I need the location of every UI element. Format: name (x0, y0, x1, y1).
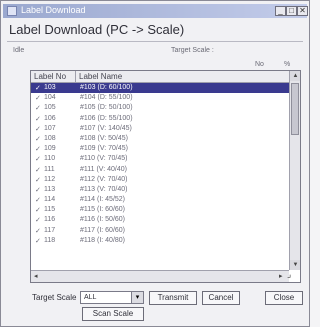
checkmark-icon[interactable]: ✓ (35, 216, 41, 224)
list-item[interactable]: ✓ 114 #114 (I: 45/52) (31, 195, 289, 205)
target-scale-select[interactable]: ALL ▾ (80, 291, 144, 304)
label-no: 104 (44, 94, 56, 102)
app-icon (7, 6, 17, 16)
scroll-thumb[interactable] (291, 83, 299, 135)
list-item[interactable]: ✓ 105 #105 (D: 50/100) (31, 103, 289, 113)
target-scale-status-label: Target Scale : (171, 47, 214, 54)
label-name: #118 (I: 40/80) (80, 236, 126, 244)
checkmark-icon[interactable]: ✓ (35, 145, 41, 153)
window-title: Label Download (21, 5, 86, 15)
checkmark-icon[interactable]: ✓ (35, 237, 41, 245)
title-bar[interactable]: Label Download _ □ ✕ (3, 4, 308, 18)
checkmark-icon[interactable]: ✓ (35, 94, 41, 102)
column-divider[interactable] (75, 71, 76, 82)
label-name: #116 (I: 50/60) (80, 216, 126, 224)
label-no: 107 (44, 124, 56, 132)
list-item[interactable]: ✓ 106 #106 (D: 55/100) (31, 114, 289, 124)
label-name: #108 (V: 50/45) (80, 134, 128, 142)
chevron-down-icon[interactable]: ▾ (131, 292, 143, 303)
minimize-icon[interactable]: _ (275, 6, 286, 16)
maximize-icon[interactable]: □ (286, 6, 297, 16)
label-no: 113 (44, 185, 56, 193)
list-item[interactable]: ✓ 112 #112 (V: 70/40) (31, 175, 289, 185)
page-heading: Label Download (PC -> Scale) (9, 22, 185, 37)
label-name: #113 (V: 70/40) (80, 185, 128, 193)
checkmark-icon[interactable]: ✓ (35, 104, 41, 112)
label-name: #111 (V: 40/40) (80, 165, 127, 173)
label-no: 114 (44, 196, 56, 204)
scroll-right-icon[interactable]: ▸ (279, 272, 283, 280)
scroll-up-icon[interactable]: ▲ (290, 71, 300, 81)
label-name: #110 (V: 70/45) (80, 155, 128, 163)
label-name: #105 (D: 50/100) (80, 104, 133, 112)
checkmark-icon[interactable]: ✓ (35, 135, 41, 143)
list-item[interactable]: ✓ 115 #115 (I: 60/60) (31, 205, 289, 215)
label-no: 105 (44, 104, 56, 112)
label-name: #103 (D: 60/100) (80, 84, 133, 91)
label-no: 109 (44, 145, 56, 153)
cancel-button[interactable]: Cancel (202, 291, 240, 305)
list-header: Label No Label Name (31, 71, 289, 83)
divider (7, 41, 303, 42)
resize-grip-icon[interactable]: ⌟ (287, 269, 291, 280)
scan-scale-button[interactable]: Scan Scale (82, 307, 144, 321)
vertical-scrollbar[interactable]: ▲ ▼ (289, 71, 300, 270)
checkmark-icon[interactable]: ✓ (35, 206, 41, 214)
checkmark-icon[interactable]: ✓ (35, 155, 41, 163)
list-item[interactable]: ✓ 107 #107 (V: 140/45) (31, 124, 289, 134)
checkmark-icon[interactable]: ✓ (35, 84, 41, 92)
column-header-label-no[interactable]: Label No (34, 72, 66, 81)
transmit-button[interactable]: Transmit (149, 291, 197, 305)
label-no: 111 (44, 165, 55, 173)
label-no: 118 (44, 236, 56, 244)
status-text: Idle (13, 47, 25, 54)
list-item[interactable]: ✓ 103 #103 (D: 60/100) (31, 83, 289, 94)
label-name: #114 (I: 45/52) (80, 196, 126, 204)
label-no: 108 (44, 134, 56, 142)
label-no: 106 (44, 114, 56, 122)
list-rows: ✓ 103 #103 (D: 60/100) ✓ 104 #104 (D: 55/100)… (31, 83, 289, 246)
label-name: #112 (V: 70/40) (80, 175, 128, 183)
list-item[interactable]: ✓ 113 #113 (V: 70/40) (31, 185, 289, 195)
progress-percent-label: % (284, 61, 291, 68)
checkmark-icon[interactable]: ✓ (35, 186, 41, 194)
label-list[interactable]: Label No Label Name ✓ 103 #103 (D: 60/100)… (30, 70, 301, 283)
progress-no-label: No (255, 61, 264, 68)
label-name: #104 (D: 55/100) (80, 94, 133, 102)
label-no: 116 (44, 216, 56, 224)
label-no: 110 (44, 155, 56, 163)
checkmark-icon[interactable]: ✓ (35, 125, 41, 133)
target-scale-label: Target Scale (32, 293, 77, 302)
label-no: 112 (44, 175, 56, 183)
label-name: #106 (D: 55/100) (80, 114, 133, 122)
checkmark-icon[interactable]: ✓ (35, 227, 41, 235)
checkmark-icon[interactable]: ✓ (35, 115, 41, 123)
list-item[interactable]: ✓ 116 #116 (I: 50/60) (31, 215, 289, 225)
close-button[interactable]: Close (265, 291, 303, 305)
label-no: 115 (44, 206, 56, 214)
list-item[interactable]: ✓ 109 #109 (V: 70/45) (31, 144, 289, 154)
checkmark-icon[interactable]: ✓ (35, 176, 41, 184)
scroll-left-icon[interactable]: ◂ (34, 272, 38, 280)
scroll-down-icon[interactable]: ▼ (290, 260, 300, 270)
checkmark-icon[interactable]: ✓ (35, 196, 41, 204)
label-no: 103 (44, 84, 56, 91)
horizontal-scrollbar[interactable]: ◂ ▸ (31, 270, 289, 282)
list-item[interactable]: ✓ 117 #117 (I: 60/60) (31, 226, 289, 236)
list-item[interactable]: ✓ 118 #118 (I: 40/80) (31, 236, 289, 246)
list-item[interactable]: ✓ 110 #110 (V: 70/45) (31, 154, 289, 164)
column-header-label-name[interactable]: Label Name (79, 72, 122, 81)
list-item[interactable]: ✓ 108 #108 (V: 50/45) (31, 134, 289, 144)
close-icon[interactable]: ✕ (297, 6, 308, 16)
checkmark-icon[interactable]: ✓ (35, 166, 41, 174)
label-name: #107 (V: 140/45) (80, 124, 132, 132)
label-no: 117 (44, 226, 56, 234)
label-name: #115 (I: 60/60) (80, 206, 126, 214)
list-item[interactable]: ✓ 111 #111 (V: 40/40) (31, 165, 289, 175)
label-download-window: Label Download _ □ ✕ Label Download (PC … (0, 0, 310, 327)
target-scale-value: ALL (84, 294, 97, 301)
list-item[interactable]: ✓ 104 #104 (D: 55/100) (31, 93, 289, 103)
label-name: #109 (V: 70/45) (80, 145, 128, 153)
label-name: #117 (I: 60/60) (80, 226, 126, 234)
